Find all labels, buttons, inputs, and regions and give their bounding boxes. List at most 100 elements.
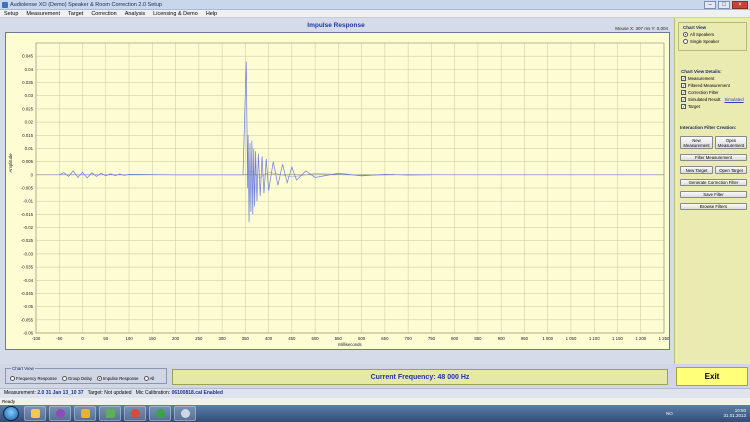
single-speaker-option[interactable]: Single Speaker [683, 39, 742, 44]
x-tick-label: 650 [381, 336, 389, 341]
menu-help[interactable]: Help [202, 10, 221, 17]
correction-filter-checkbox[interactable]: ✓ Correction Filter [681, 90, 749, 95]
plot-frame[interactable]: -100 -50 0 50 100 150 200 250 300 350 400 450 500 550… [5, 32, 670, 350]
taskbar-folder-icon[interactable] [74, 406, 96, 421]
chart-title: Impulse Response [307, 22, 365, 29]
y-tick-label: -0.045 [21, 291, 34, 296]
close-button[interactable]: × [732, 1, 748, 9]
radio-icon[interactable] [683, 39, 688, 44]
checkbox-icon[interactable]: ✓ [681, 76, 686, 81]
minimize-button[interactable]: – [704, 1, 716, 9]
y-axis-label: Amplitude [8, 153, 13, 173]
new-target-button[interactable]: New Target [680, 166, 713, 174]
chart-view-heading: Chart View [683, 25, 707, 30]
start-button[interactable] [3, 406, 19, 421]
x-tick-label: 1 050 [566, 336, 577, 341]
y-tick-label: 0.015 [22, 133, 33, 138]
menu-licensing[interactable]: Licensing & Demo [149, 10, 202, 17]
y-tick-label: -0.02 [23, 225, 33, 230]
window-title: Audiolense XO (Demo) Speaker & Room Corr… [10, 2, 162, 8]
menu-setup[interactable]: Setup [0, 10, 22, 17]
menu-bar: Setup Measurement Target Correction Anal… [0, 10, 750, 18]
filtered-measurement-checkbox[interactable]: ✓ Filtered Measurement [681, 83, 749, 88]
radio-icon[interactable] [683, 32, 688, 37]
maximize-button[interactable]: □ [718, 1, 730, 9]
group-delay-option[interactable]: Group Delay [61, 376, 92, 381]
x-tick-label: 550 [335, 336, 343, 341]
simulated-result-checkbox[interactable]: ✓ Simulated Result Simulated [681, 97, 749, 102]
menu-correction[interactable]: Correction [87, 10, 120, 17]
language-indicator[interactable]: NO [666, 411, 673, 416]
filter-creation-heading: Interaction Filter Creation: [680, 125, 737, 130]
checkbox-icon[interactable]: ✓ [681, 90, 686, 95]
x-tick-label: 200 [172, 336, 180, 341]
x-tick-label: 300 [218, 336, 226, 341]
impulse-response-option[interactable]: Impulse Response [96, 376, 139, 381]
taskbar-audiolense-icon[interactable] [174, 406, 196, 421]
checkbox-icon[interactable]: ✓ [681, 104, 686, 109]
open-target-button[interactable]: Open Target [715, 166, 747, 174]
impulse-chart[interactable]: -100 -50 0 50 100 150 200 250 300 350 400 450 500 550… [6, 33, 669, 349]
mouse-readout: Mouse X: 307 ms Y: 0,004 [615, 26, 668, 31]
taskbar: NO 10:50 31.01.2013 [0, 405, 750, 422]
browse-filters-button[interactable]: Browse Filters [680, 203, 747, 210]
open-measurement-button[interactable]: Open Measurement [715, 136, 747, 149]
menu-measurement[interactable]: Measurement [22, 10, 64, 17]
x-tick-label: 450 [288, 336, 296, 341]
mic-value: 06100818.cal Enabled [171, 390, 223, 396]
x-tick-label: 950 [521, 336, 529, 341]
target-checkbox[interactable]: ✓ Target [681, 104, 749, 109]
taskbar-spotify-icon[interactable] [149, 406, 171, 421]
y-tick-label: -0.055 [21, 317, 34, 322]
system-clock[interactable]: 10:50 31.01.2013 [723, 408, 746, 418]
x-tick-label: 600 [358, 336, 366, 341]
y-tick-label: -0.03 [23, 251, 33, 256]
all-speakers-option[interactable]: All Speakers [683, 32, 742, 37]
y-tick-label: -0.035 [21, 265, 34, 270]
checkbox-icon[interactable]: ✓ [681, 97, 686, 102]
x-tick-label: 0 [81, 336, 84, 341]
frequency-response-option[interactable]: Frequency Response [10, 376, 57, 381]
chart-details-group: Chart View Details: ✓ Measurement ✓ Filter… [681, 69, 749, 109]
simulated-link[interactable]: Simulated [724, 97, 743, 102]
taskbar-app-icon[interactable] [49, 406, 71, 421]
measurement-value: 2.0 31 Jan 13_10 37 [37, 390, 84, 396]
measurement-checkbox[interactable]: ✓ Measurement [681, 76, 749, 81]
menu-analysis[interactable]: Analysis [121, 10, 149, 17]
y-tick-label: -0.005 [21, 186, 34, 191]
taskbar-window-icon[interactable] [99, 406, 121, 421]
x-tick-label: 250 [195, 336, 203, 341]
save-filter-button[interactable]: Save Filter [680, 191, 747, 198]
x-tick-label: 850 [474, 336, 482, 341]
measurement-label: Measurement: [4, 390, 36, 396]
y-tick-label: 0.045 [22, 54, 33, 59]
y-tick-label: 0.02 [25, 120, 34, 125]
x-tick-label: 100 [125, 336, 133, 341]
x-tick-label: 400 [265, 336, 273, 341]
target-label: Target: [87, 390, 103, 396]
new-measurement-button[interactable]: New Measurement [680, 136, 713, 149]
generate-filter-button[interactable]: Generate Correction Filter [680, 179, 747, 186]
x-tick-label: 1 000 [542, 336, 553, 341]
chart-view-group: Chart View All Speakers Single Speaker [678, 22, 747, 51]
taskbar-chrome-icon[interactable] [124, 406, 146, 421]
taskbar-explorer-icon[interactable] [24, 406, 46, 421]
chart-view-title: Chart View [11, 366, 35, 371]
menu-target[interactable]: Target [64, 10, 87, 17]
all-option[interactable]: All [143, 376, 154, 381]
y-tick-label: 0.025 [22, 106, 33, 111]
y-tick-label: -0.05 [23, 304, 33, 309]
chart-area: Impulse Response Mouse X: 307 ms Y: 0,00… [0, 18, 672, 380]
mic-label: Mic Calibration: [135, 390, 171, 396]
checkbox-icon[interactable]: ✓ [681, 83, 686, 88]
x-tick-label: 1 100 [589, 336, 600, 341]
x-tick-label: -100 [32, 336, 41, 341]
x-tick-label: 750 [428, 336, 436, 341]
y-tick-label: 0.04 [25, 67, 34, 72]
chart-view-selector: Chart View Frequency Response Group Dela… [5, 366, 167, 384]
exit-button[interactable]: Exit [676, 367, 748, 386]
info-bar: Measurement: 2.0 31 Jan 13_10 37 Target:… [0, 388, 750, 398]
filter-measurement-button[interactable]: Filter Measurement [680, 154, 747, 161]
x-tick-label: -50 [56, 336, 63, 341]
x-tick-label: 150 [149, 336, 157, 341]
